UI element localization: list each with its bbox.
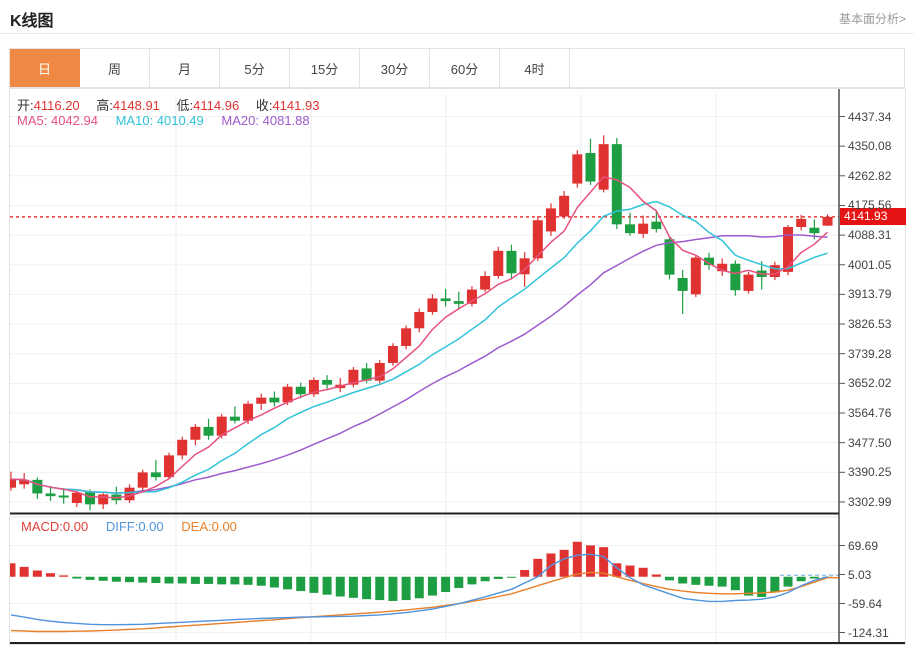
ma10-legend: MA10: 4010.49: [116, 113, 204, 128]
price-axis-tick: 3739.28: [848, 347, 891, 361]
price-axis-tick: 3826.53: [848, 317, 891, 331]
kline-chart-panel: 开:4116.20 高:4148.91 低:4114.96 收:4141.93 …: [9, 88, 906, 645]
ohlc-legend: 开:4116.20 高:4148.91 低:4114.96 收:4141.93: [17, 95, 332, 114]
price-axis-tick: 4350.08: [848, 139, 891, 153]
tab-日[interactable]: 日: [10, 49, 80, 87]
ma5-legend: MA5: 4042.94: [17, 113, 98, 128]
close-label: 收:: [256, 98, 273, 113]
macd-legend: MACD:0.00 DIFF:0.00 DEA:0.00: [21, 519, 237, 534]
tab-周[interactable]: 周: [80, 49, 150, 87]
macd-axis-tick: 5.03: [848, 568, 871, 582]
ma-legend: MA5: 4042.94 MA10: 4010.49 MA20: 4081.88: [17, 113, 310, 128]
price-axis-tick: 3302.99: [848, 495, 891, 509]
high-value: 4148.91: [113, 98, 160, 113]
interval-tab-bar: 日周月5分15分30分60分4时: [9, 48, 905, 88]
page-title: K线图: [10, 7, 54, 31]
dea-value: DEA:0.00: [181, 519, 237, 534]
price-axis-tick: 4262.82: [848, 169, 891, 183]
tab-月[interactable]: 月: [150, 49, 220, 87]
open-value: 4116.20: [34, 98, 80, 113]
close-value: 4141.93: [272, 98, 319, 113]
low-value: 4114.96: [193, 98, 239, 113]
tab-60分[interactable]: 60分: [430, 49, 500, 87]
macd-axis-tick: 69.69: [848, 539, 878, 553]
diff-value: DIFF:0.00: [106, 519, 164, 534]
kline-chart-svg[interactable]: [10, 89, 905, 644]
price-axis-tick: 3477.50: [848, 436, 891, 450]
price-axis-tick: 4437.34: [848, 110, 891, 124]
low-label: 低:: [177, 98, 194, 113]
macd-value: MACD:0.00: [21, 519, 88, 534]
price-axis-tick: 3564.76: [848, 406, 891, 420]
tab-30分[interactable]: 30分: [360, 49, 430, 87]
tab-4时[interactable]: 4时: [500, 49, 570, 87]
tab-5分[interactable]: 5分: [220, 49, 290, 87]
price-axis-tick: 3913.79: [848, 287, 891, 301]
ma20-legend: MA20: 4081.88: [221, 113, 309, 128]
fundamental-analysis-link[interactable]: 基本面分析>: [839, 10, 906, 27]
price-axis-tick: 4175.56: [848, 198, 891, 212]
high-label: 高:: [96, 98, 113, 113]
price-axis-tick: 4001.05: [848, 258, 891, 272]
price-axis-tick: 3652.02: [848, 376, 891, 390]
tab-15分[interactable]: 15分: [290, 49, 360, 87]
macd-axis-tick: -124.31: [848, 626, 889, 640]
open-label: 开:: [17, 98, 34, 113]
header-divider: [0, 33, 914, 34]
price-axis-tick: 4088.31: [848, 228, 891, 242]
macd-axis-tick: -59.64: [848, 597, 882, 611]
price-axis-tick: 3390.25: [848, 465, 891, 479]
